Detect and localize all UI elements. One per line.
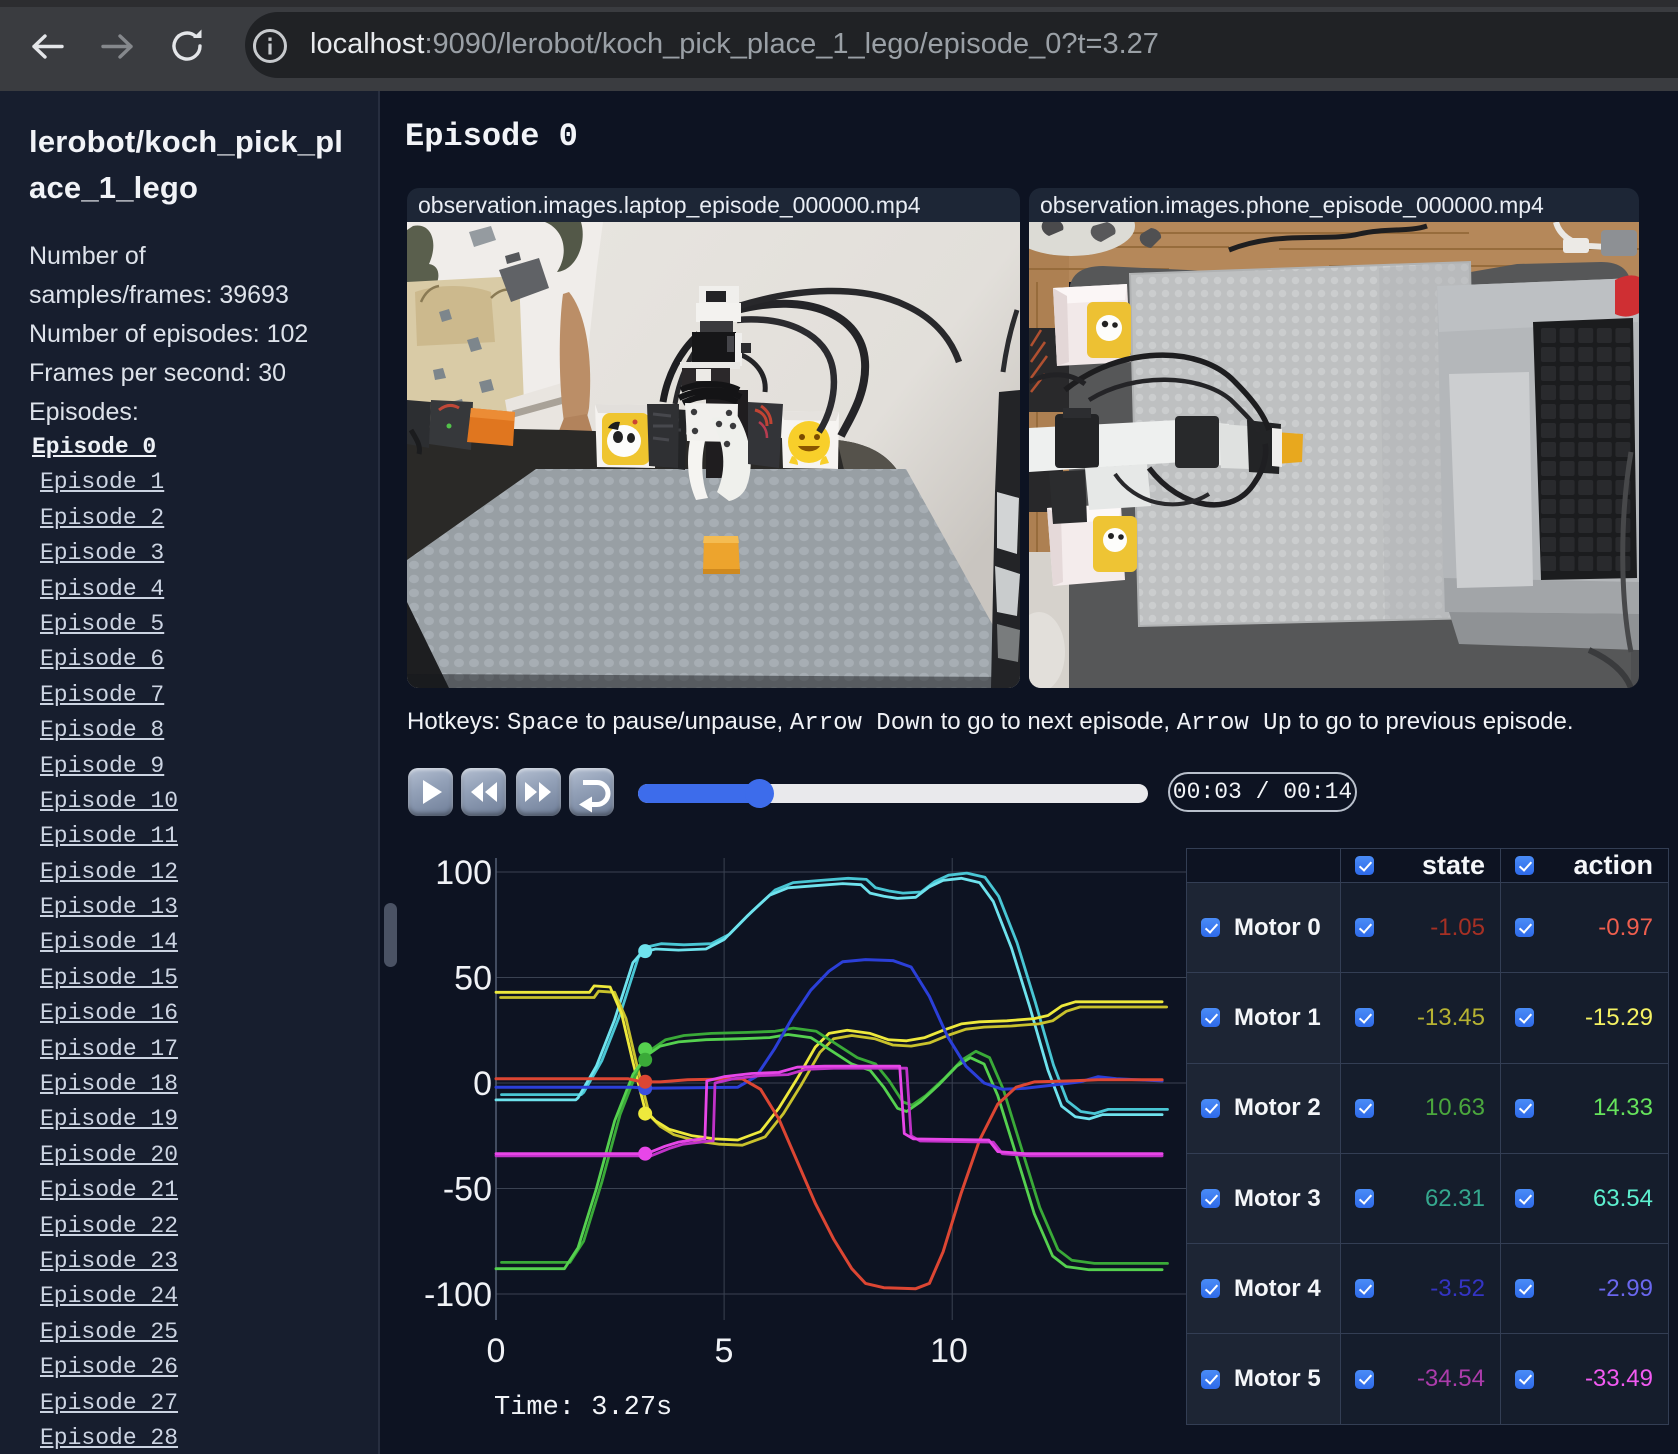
svg-text:-50: -50 xyxy=(443,1171,492,1209)
svg-text:10: 10 xyxy=(930,1332,968,1370)
svg-text:Time: 3.27s: Time: 3.27s xyxy=(494,1393,672,1423)
svg-text:-100: -100 xyxy=(424,1276,492,1314)
svg-text:0: 0 xyxy=(473,1065,492,1103)
svg-text:5: 5 xyxy=(715,1332,734,1370)
svg-text:0: 0 xyxy=(487,1332,506,1370)
svg-text:50: 50 xyxy=(454,960,492,998)
svg-text:100: 100 xyxy=(435,854,492,892)
